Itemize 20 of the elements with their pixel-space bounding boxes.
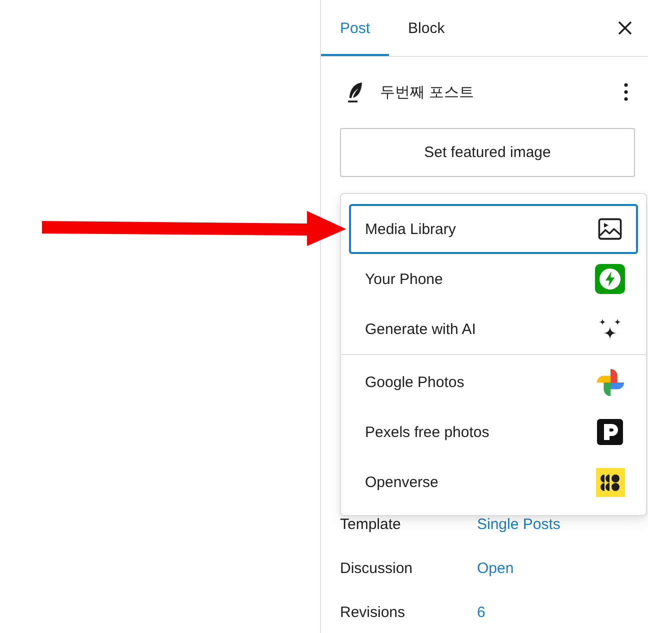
sidebar-tab[interactable]: Post <box>321 0 390 56</box>
setting-label: Discussion <box>340 560 414 578</box>
sparkles-icon <box>599 318 621 340</box>
setting-value-link[interactable]: 6 <box>477 604 560 622</box>
feather-icon <box>347 82 363 102</box>
dots-grid-icon <box>596 468 624 496</box>
setting-value-link[interactable]: Single Posts <box>477 516 560 534</box>
close-icon[interactable] <box>618 21 632 35</box>
p-mark-icon <box>597 419 623 445</box>
sidebar-tab[interactable]: Block <box>389 0 464 56</box>
setting-label: Revisions <box>340 604 406 622</box>
menu-item[interactable]: Media Library <box>349 204 638 254</box>
pinwheel-icon <box>594 366 626 398</box>
setting-value-link[interactable]: Open <box>477 560 560 578</box>
lightning-bolt-icon <box>595 264 625 294</box>
post-title: 두번째 포스트 <box>380 82 474 102</box>
vertical-ellipsis-icon[interactable] <box>624 83 628 101</box>
set-featured-image-button[interactable]: Set featured image <box>340 128 635 177</box>
setting-label: Template <box>340 516 402 534</box>
image-icon <box>598 218 622 240</box>
